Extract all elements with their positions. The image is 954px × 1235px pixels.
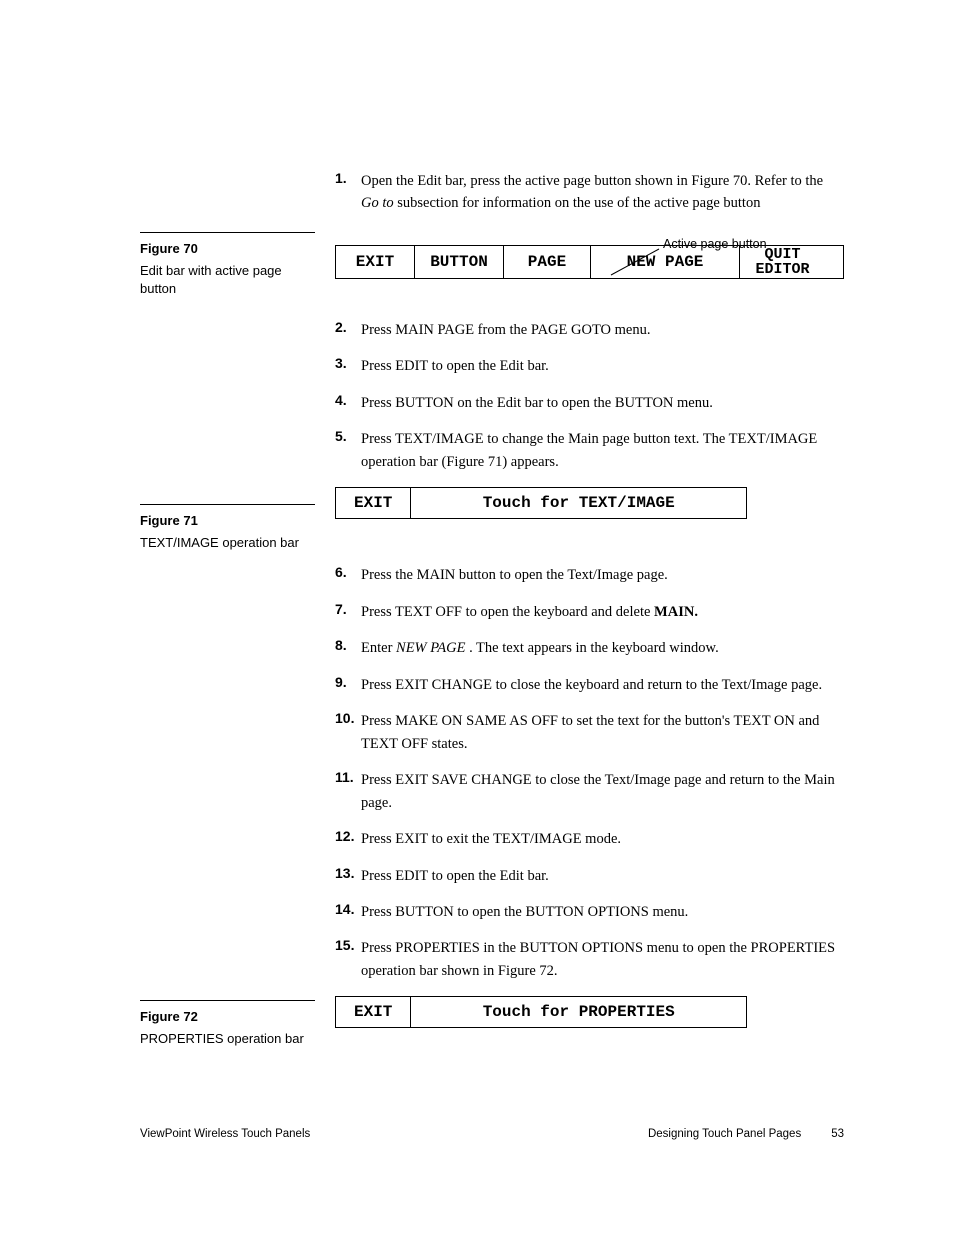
step-text: Press EXIT to exit the TEXT/IMAGE mode. bbox=[361, 828, 621, 850]
figure-70-title: Figure 70 bbox=[140, 241, 315, 256]
page: 1. Open the Edit bar, press the active p… bbox=[0, 0, 954, 1235]
figbar-touch-area[interactable]: Touch for PROPERTIES bbox=[411, 997, 746, 1027]
page-footer: ViewPoint Wireless Touch Panels Designin… bbox=[140, 1128, 844, 1140]
step-text: Press EDIT to open the Edit bar. bbox=[361, 355, 549, 377]
footer-section: Designing Touch Panel Pages bbox=[648, 1128, 801, 1140]
step-1: 1. Open the Edit bar, press the active p… bbox=[335, 170, 844, 215]
step-number: 14. bbox=[335, 901, 361, 917]
sidebar-rule bbox=[140, 1000, 315, 1001]
steps-2-5: 2. Press MAIN PAGE from the PAGE GOTO me… bbox=[335, 319, 844, 473]
figure-70-sidebar: Figure 70 Edit bar with active page butt… bbox=[140, 232, 315, 298]
sidebar-rule bbox=[140, 232, 315, 233]
figure-72-caption: PROPERTIES operation bar bbox=[140, 1030, 315, 1048]
editbar-page[interactable]: PAGE bbox=[504, 246, 591, 278]
step-number: 4. bbox=[335, 392, 361, 408]
step-text: Press MAIN PAGE from the PAGE GOTO menu. bbox=[361, 319, 650, 341]
editbar-exit[interactable]: EXIT bbox=[336, 246, 415, 278]
step-number: 13. bbox=[335, 865, 361, 881]
edit-bar: EXIT BUTTON PAGE NEW PAGE QUITEDITOR bbox=[335, 245, 844, 279]
figbar-touch-area[interactable]: Touch for TEXT/IMAGE bbox=[411, 488, 746, 518]
step-number: 12. bbox=[335, 828, 361, 844]
step-number: 9. bbox=[335, 674, 361, 690]
step-number: 11. bbox=[335, 769, 361, 785]
figbar-exit[interactable]: EXIT bbox=[336, 997, 411, 1027]
step-text: Press EDIT to open the Edit bar. bbox=[361, 865, 549, 887]
editbar-quit-editor[interactable]: QUITEDITOR bbox=[740, 246, 825, 278]
step-text: Press TEXT/IMAGE to change the Main page… bbox=[361, 428, 844, 473]
figure-71-sidebar: Figure 71 TEXT/IMAGE operation bar bbox=[140, 504, 315, 552]
figure-71-title: Figure 71 bbox=[140, 513, 315, 528]
figure-70: Active page button EXIT BUTTON PAGE NEW … bbox=[335, 245, 844, 279]
step-text: Press BUTTON to open the BUTTON OPTIONS … bbox=[361, 901, 688, 923]
step-number: 7. bbox=[335, 601, 361, 617]
figure-72-title: Figure 72 bbox=[140, 1009, 315, 1024]
step-text: Press EXIT SAVE CHANGE to close the Text… bbox=[361, 769, 844, 814]
step-text: Press TEXT OFF to open the keyboard and … bbox=[361, 601, 698, 623]
step-number: 15. bbox=[335, 937, 361, 953]
figure-72-sidebar: Figure 72 PROPERTIES operation bar bbox=[140, 1000, 315, 1048]
step-number: 5. bbox=[335, 428, 361, 444]
step-number: 6. bbox=[335, 564, 361, 580]
text-image-bar: EXIT Touch for TEXT/IMAGE bbox=[335, 487, 747, 519]
step-number: 10. bbox=[335, 710, 361, 726]
footer-right: Designing Touch Panel Pages 53 bbox=[648, 1128, 844, 1140]
step-number: 2. bbox=[335, 319, 361, 335]
step-number: 3. bbox=[335, 355, 361, 371]
step-text: Press EXIT CHANGE to close the keyboard … bbox=[361, 674, 822, 696]
editbar-new-page[interactable]: NEW PAGE bbox=[591, 246, 740, 278]
figure-72: EXIT Touch for PROPERTIES bbox=[335, 996, 844, 1028]
step-text: Press BUTTON on the Edit bar to open the… bbox=[361, 392, 713, 414]
step-text: Press PROPERTIES in the BUTTON OPTIONS m… bbox=[361, 937, 844, 982]
step-text: Press the MAIN button to open the Text/I… bbox=[361, 564, 668, 586]
step-text: Press MAKE ON SAME AS OFF to set the tex… bbox=[361, 710, 844, 755]
step-text: Open the Edit bar, press the active page… bbox=[361, 170, 844, 215]
editbar-button[interactable]: BUTTON bbox=[415, 246, 504, 278]
footer-left: ViewPoint Wireless Touch Panels bbox=[140, 1128, 310, 1140]
properties-bar: EXIT Touch for PROPERTIES bbox=[335, 996, 747, 1028]
steps-6-15: 6. Press the MAIN button to open the Tex… bbox=[335, 564, 844, 982]
step-text: Enter NEW PAGE . The text appears in the… bbox=[361, 637, 719, 659]
sidebar-rule bbox=[140, 504, 315, 505]
figbar-exit[interactable]: EXIT bbox=[336, 488, 411, 518]
step-number: 8. bbox=[335, 637, 361, 653]
page-number: 53 bbox=[831, 1128, 844, 1140]
figure-71: EXIT Touch for TEXT/IMAGE bbox=[335, 487, 844, 519]
figure-70-caption: Edit bar with active page button bbox=[140, 262, 315, 298]
step-number: 1. bbox=[335, 170, 361, 186]
figure-71-caption: TEXT/IMAGE operation bar bbox=[140, 534, 315, 552]
